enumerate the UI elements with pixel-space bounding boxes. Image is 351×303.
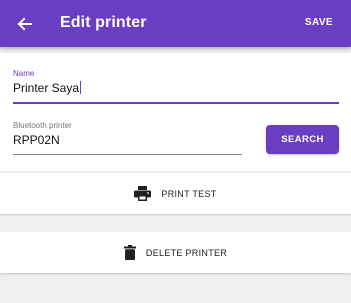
page-title: Edit printer: [60, 14, 147, 31]
print-test-label: PRINT TEST: [161, 188, 217, 199]
text-cursor: [80, 81, 82, 94]
printer-form: Name Printer Saya Bluetooth printer RPP0…: [0, 53, 351, 171]
save-button[interactable]: SAVE: [305, 17, 333, 28]
delete-printer-button[interactable]: DELETE PRINTER: [0, 232, 351, 273]
name-field-label: Name: [13, 69, 35, 78]
trash-icon: [123, 245, 136, 260]
app-bar: Edit printer SAVE: [0, 0, 351, 47]
delete-printer-label: DELETE PRINTER: [145, 247, 228, 258]
name-field[interactable]: Printer Saya: [13, 81, 82, 95]
back-button[interactable]: [12, 12, 36, 36]
name-field-value: Printer Saya: [13, 81, 80, 95]
search-button[interactable]: SEARCH: [266, 125, 339, 154]
bluetooth-field-underline: [13, 154, 242, 155]
name-field-underline: [13, 102, 339, 104]
arrow-left-icon: [17, 17, 32, 31]
print-test-button[interactable]: PRINT TEST: [0, 173, 351, 214]
printer-icon: [134, 186, 152, 201]
bluetooth-field-label: Bluetooth printer: [13, 121, 72, 130]
bluetooth-printer-field[interactable]: RPP02N: [13, 133, 60, 147]
